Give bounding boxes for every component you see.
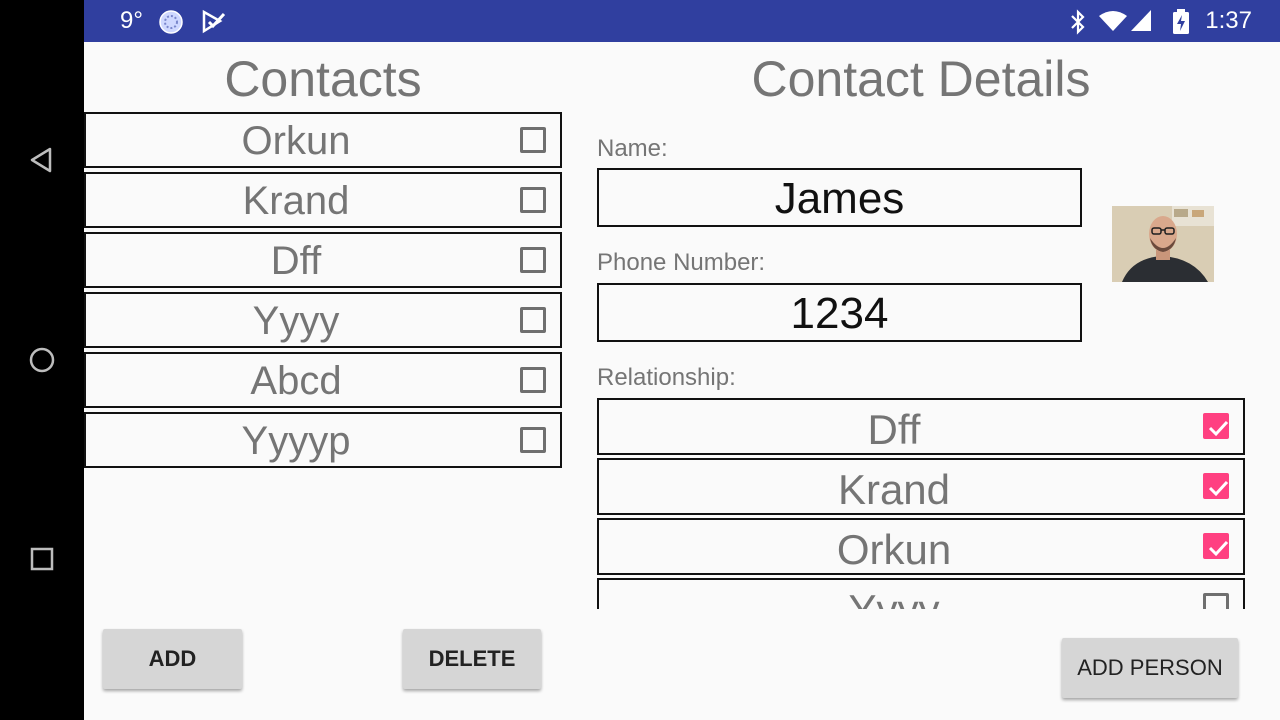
recent-apps-icon[interactable] xyxy=(28,545,56,573)
check-icon xyxy=(1208,540,1229,557)
contact-name: Orkun xyxy=(241,119,351,163)
relationship-checkbox[interactable] xyxy=(1203,413,1229,439)
relationship-checkbox[interactable] xyxy=(1203,533,1229,559)
relationship-name: Orkun xyxy=(836,526,952,573)
phone-label: Phone Number: xyxy=(597,249,766,276)
contact-row[interactable]: Dff xyxy=(84,232,562,288)
contact-checkbox[interactable] xyxy=(520,427,546,453)
contact-checkbox[interactable] xyxy=(520,247,546,273)
weather-icon xyxy=(159,10,183,34)
contact-row[interactable]: Abcd xyxy=(84,352,562,408)
delete-button[interactable]: DELETE xyxy=(403,629,541,689)
relationship-name: Yyyy xyxy=(599,586,1189,609)
contacts-title: Contacts xyxy=(224,51,422,107)
relationship-name: Dff xyxy=(867,406,921,453)
relationship-checkbox[interactable] xyxy=(1203,473,1229,499)
navigation-bar xyxy=(0,0,84,720)
contact-row[interactable]: Yyyyp xyxy=(84,412,562,468)
add-button[interactable]: ADD xyxy=(103,629,242,689)
contact-name: Krand xyxy=(242,179,350,223)
check-icon xyxy=(1208,480,1229,497)
contacts-list: Orkun Krand Dff Yyyy Abcd Yyyyp xyxy=(84,112,562,472)
contact-photo[interactable] xyxy=(1112,206,1214,282)
add-person-button[interactable]: ADD PERSON xyxy=(1062,638,1238,698)
relationship-list[interactable]: Dff Krand Orkun Yyyy xyxy=(597,398,1245,609)
contact-checkbox[interactable] xyxy=(520,127,546,153)
status-bar: 9° 1:37 xyxy=(84,0,1280,42)
relationship-row[interactable]: Yyyy xyxy=(597,578,1245,609)
contact-row[interactable]: Krand xyxy=(84,172,562,228)
contact-name: Abcd xyxy=(250,359,342,403)
relationship-row[interactable]: Dff xyxy=(597,398,1245,455)
clock-text: 1:37 xyxy=(1205,7,1252,34)
contact-name: Yyyy xyxy=(252,299,340,343)
contact-name: Yyyyp xyxy=(241,419,351,463)
wifi-icon xyxy=(1099,11,1127,31)
contact-checkbox[interactable] xyxy=(520,187,546,213)
contact-row[interactable]: Orkun xyxy=(84,112,562,168)
contact-checkbox[interactable] xyxy=(520,367,546,393)
bluetooth-icon xyxy=(1071,9,1085,35)
contact-checkbox[interactable] xyxy=(520,307,546,333)
check-icon xyxy=(1208,420,1229,437)
contact-name: Dff xyxy=(270,239,322,283)
back-icon[interactable] xyxy=(28,146,56,174)
contact-details-title: Contact Details xyxy=(751,51,1091,107)
person-photo-image xyxy=(1112,206,1214,282)
relationship-label: Relationship: xyxy=(597,364,736,391)
signal-icon xyxy=(1131,10,1151,31)
battery-icon xyxy=(1173,9,1189,34)
relationship-name: Krand xyxy=(837,466,951,513)
check-notification-icon xyxy=(202,9,226,34)
contact-row[interactable]: Yyyy xyxy=(84,292,562,348)
name-field[interactable]: James xyxy=(597,168,1082,227)
relationship-row[interactable]: Orkun xyxy=(597,518,1245,575)
home-icon[interactable] xyxy=(28,346,56,374)
relationship-checkbox[interactable] xyxy=(1203,593,1229,609)
phone-field[interactable]: 1234 xyxy=(597,283,1082,342)
relationship-row[interactable]: Krand xyxy=(597,458,1245,515)
temperature-text: 9° xyxy=(120,7,143,34)
name-label: Name: xyxy=(597,135,668,162)
